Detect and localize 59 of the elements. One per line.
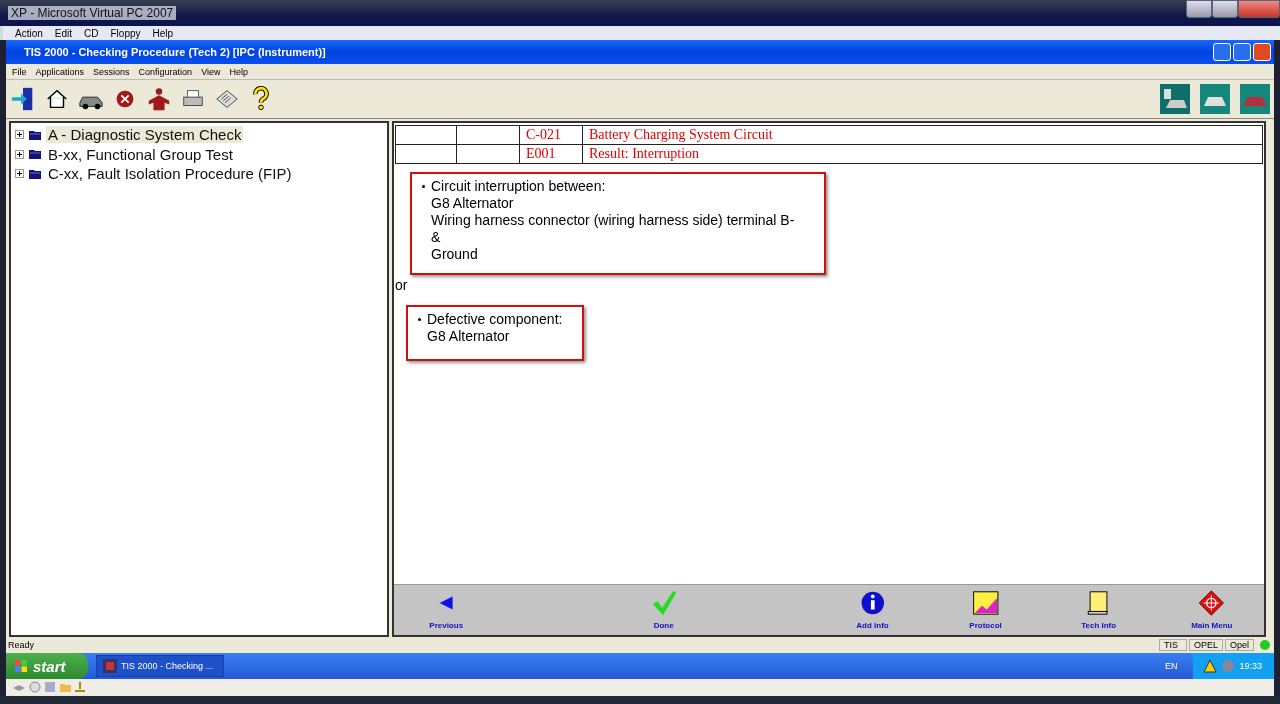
bullet-icon xyxy=(418,318,421,321)
tree-item[interactable]: C-xx, Fault Isolation Procedure (FIP) xyxy=(46,165,294,183)
menu-item[interactable]: Configuration xyxy=(138,66,193,77)
finding-line: G8 Alternator xyxy=(430,195,515,212)
menu-item[interactable]: Action xyxy=(15,27,43,39)
menu-item[interactable]: Sessions xyxy=(93,66,130,77)
menu-item[interactable]: CD xyxy=(84,27,99,39)
folder-icon xyxy=(29,129,41,140)
diamond-crosshair-icon xyxy=(1197,589,1226,617)
nav-button[interactable]: Main Menu xyxy=(1187,587,1237,632)
nav-button[interactable]: Protocol xyxy=(965,587,1006,632)
finding-line: G8 Alternator xyxy=(426,328,511,345)
maximize-button[interactable] xyxy=(1212,0,1238,18)
table-cell: C-021 xyxy=(519,125,583,145)
tree-item[interactable]: A - Diagnostic System Check xyxy=(46,126,244,144)
app-icon xyxy=(103,659,117,673)
menu-item[interactable]: Applications xyxy=(35,66,85,77)
start-button[interactable]: start xyxy=(6,653,88,679)
taskbar-button[interactable]: TIS 2000 - Checking ... xyxy=(96,655,224,677)
person-icon[interactable] xyxy=(146,86,172,112)
table-cell: Battery Charging System Circuit xyxy=(582,125,1263,145)
table-cell: E001 xyxy=(519,144,583,164)
menu-item[interactable]: View xyxy=(201,66,221,77)
expand-icon[interactable] xyxy=(15,169,24,179)
clock: 19:33 xyxy=(1239,661,1262,671)
status-pane: Opel xyxy=(1225,639,1254,651)
language-indicator[interactable]: EN xyxy=(1164,661,1178,671)
windows-flag-icon xyxy=(14,659,28,673)
car-diagnostics-icon[interactable] xyxy=(1160,84,1190,114)
bullet-icon xyxy=(422,185,425,188)
folder-icon xyxy=(29,149,41,160)
menu-item[interactable]: Help xyxy=(229,66,248,77)
finding-line: & xyxy=(430,229,442,246)
tree-item[interactable]: B-xx, Functional Group Test xyxy=(46,145,235,163)
status-pane: OPEL xyxy=(1188,639,1223,651)
finding-heading: Circuit interruption between: xyxy=(431,178,606,195)
nav-button[interactable]: Previous xyxy=(425,587,468,632)
minimize-button[interactable] xyxy=(1186,0,1212,18)
menu-item[interactable]: Edit xyxy=(54,27,73,39)
table-cell: Result: Interruption xyxy=(582,144,1263,164)
finding-line: Ground xyxy=(430,246,479,263)
nav-button[interactable]: Tech Info xyxy=(1077,587,1121,632)
warning-icon[interactable] xyxy=(1203,659,1218,673)
expand-icon[interactable] xyxy=(15,130,24,140)
separator-text: or xyxy=(395,277,409,293)
finding-line: Wiring harness connector (wiring harness side) terminal B- xyxy=(430,212,795,229)
nav-button[interactable]: Done xyxy=(645,587,682,632)
expand-icon[interactable] xyxy=(15,149,24,159)
nav-button[interactable]: Add Info xyxy=(852,587,893,632)
app-title: TIS 2000 - Checking Procedure (Tech 2) [IPC (Instrument)] xyxy=(24,46,326,58)
status-pane: TIS xyxy=(1158,639,1187,651)
menu-item[interactable]: File xyxy=(12,66,27,77)
menu-item[interactable]: Floppy xyxy=(110,27,141,39)
window-title: XP - Microsoft Virtual PC 2007 xyxy=(8,6,177,20)
menu-item[interactable]: Help xyxy=(152,27,174,39)
chart-document-icon xyxy=(971,589,1000,617)
status-text: Ready xyxy=(8,640,34,650)
finding-heading: Defective component: xyxy=(427,311,563,328)
folder-icon xyxy=(29,168,41,179)
